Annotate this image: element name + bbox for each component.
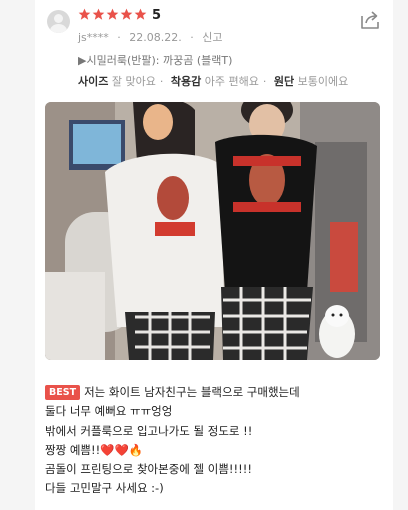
review-line: 둘다 너무 예뻐요 ㅠㅠ엉엉 — [45, 404, 173, 419]
tag-label-fabric: 원단 — [273, 75, 295, 88]
best-badge: BEST — [45, 385, 81, 400]
rating-value: 5 — [152, 8, 162, 23]
review-line: 다들 고민말구 사세요 :-) — [45, 481, 164, 496]
reviewer-name: js**** — [78, 31, 109, 44]
tag-value-comfort: 아주 편해요 — [204, 75, 259, 88]
purchased-option: ▶시밀러룩(반팔): 까꿍곰 (블랙T) — [78, 54, 233, 67]
review-tags: 사이즈 잘 맞아요 · 착용감 아주 편해요 · 원단 보통이에요 — [78, 73, 352, 89]
user-avatar — [47, 10, 70, 33]
star-icon — [78, 8, 91, 20]
meta-separator: · — [117, 31, 121, 44]
review-line: 짱짱 예쁨!!❤️❤️🔥 — [45, 442, 144, 457]
tag-separator: · — [159, 75, 164, 88]
star-icon — [106, 8, 119, 20]
tag-label-size: 사이즈 — [78, 75, 109, 88]
tag-separator: · — [262, 75, 267, 88]
star-icon — [92, 8, 105, 20]
review-body: BEST 저는 화이트 남자친구는 블랙으로 구매했는데 둘다 너무 예뻐요 ㅠㅠ… — [45, 383, 385, 499]
review-line: 밖에서 커플룩으로 입고나가도 될 정도로 !! — [45, 423, 253, 438]
review-line-text: 저는 화이트 남자친구는 블랙으로 구매했는데 — [84, 385, 300, 399]
tag-value-fabric: 보통이에요 — [297, 75, 349, 88]
star-rating — [78, 8, 147, 21]
review-photo[interactable] — [45, 102, 380, 360]
report-link[interactable]: 신고 — [202, 31, 222, 44]
review-date: 22.08.22. — [129, 31, 182, 44]
review-line: 곰돌이 프린팅으로 찾아본중에 젤 이쁨!!!!! — [45, 462, 252, 477]
review-card: 5 js**** · 22.08.22. · 신고 ▶시밀러룩(반팔): 까꿍곰… — [35, 0, 393, 510]
meta-separator: · — [190, 31, 194, 44]
tag-value-size: 잘 맞아요 — [111, 75, 156, 88]
star-icon — [134, 8, 147, 20]
share-icon[interactable] — [359, 10, 381, 30]
star-icon — [120, 8, 133, 20]
tag-label-comfort: 착용감 — [170, 75, 202, 88]
review-meta: js**** · 22.08.22. · 신고 — [78, 29, 228, 45]
review-line: BEST 저는 화이트 남자친구는 블랙으로 구매했는데 — [45, 383, 385, 402]
